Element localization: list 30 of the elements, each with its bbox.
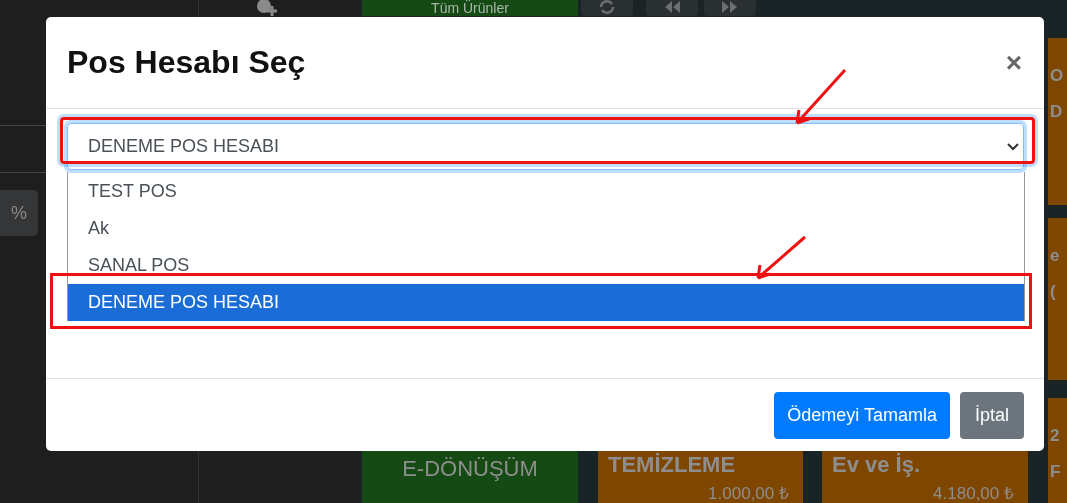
cancel-button[interactable]: İptal	[959, 391, 1024, 439]
tile-title: 2	[1050, 425, 1061, 447]
category-tile[interactable]: E-DÖNÜŞÜM	[362, 450, 578, 503]
complete-payment-button[interactable]: Ödemeyi Tamamla	[774, 391, 950, 439]
dropdown-option[interactable]: Ak	[68, 210, 1024, 247]
tile-title: e	[1050, 245, 1061, 267]
tile-title: O	[1050, 65, 1065, 87]
dropdown-option[interactable]: TEST POS	[68, 173, 1024, 210]
tile-title: (	[1050, 281, 1057, 303]
tile-title: F	[1050, 461, 1062, 483]
tile-title: Ev ve İş.	[832, 452, 921, 477]
tile-price: 1.000,00 ₺	[708, 483, 789, 503]
category-tile[interactable]: Tüm Ürünler	[362, 0, 578, 16]
tile-price: 4.180,00 ₺	[933, 483, 1014, 503]
percent-button[interactable]: %	[0, 190, 38, 236]
tile-title: E-DÖNÜŞÜM	[402, 456, 538, 481]
close-button[interactable]: ×	[1005, 46, 1022, 79]
modal-title: Pos Hesabı Seç	[67, 44, 306, 81]
annotation-arrow	[756, 235, 806, 280]
chevron-down-icon	[1007, 142, 1019, 151]
tile-title: TEMİZLEME	[608, 452, 736, 477]
product-tile[interactable]: TEMİZLEME 1.000,00 ₺	[598, 450, 803, 503]
dropdown-option[interactable]: SANAL POS	[68, 247, 1024, 284]
add-user-icon[interactable]	[255, 0, 277, 16]
select-field[interactable]: DENEME POS HESABI	[67, 123, 1024, 170]
tile-title: D	[1050, 101, 1064, 123]
annotation-arrow	[795, 69, 847, 125]
refresh-icon[interactable]	[597, 0, 617, 14]
product-tile[interactable]: Ev ve İş. 4.180,00 ₺	[822, 450, 1028, 503]
dropdown-option[interactable]: DENEME POS HESABI	[68, 284, 1024, 321]
